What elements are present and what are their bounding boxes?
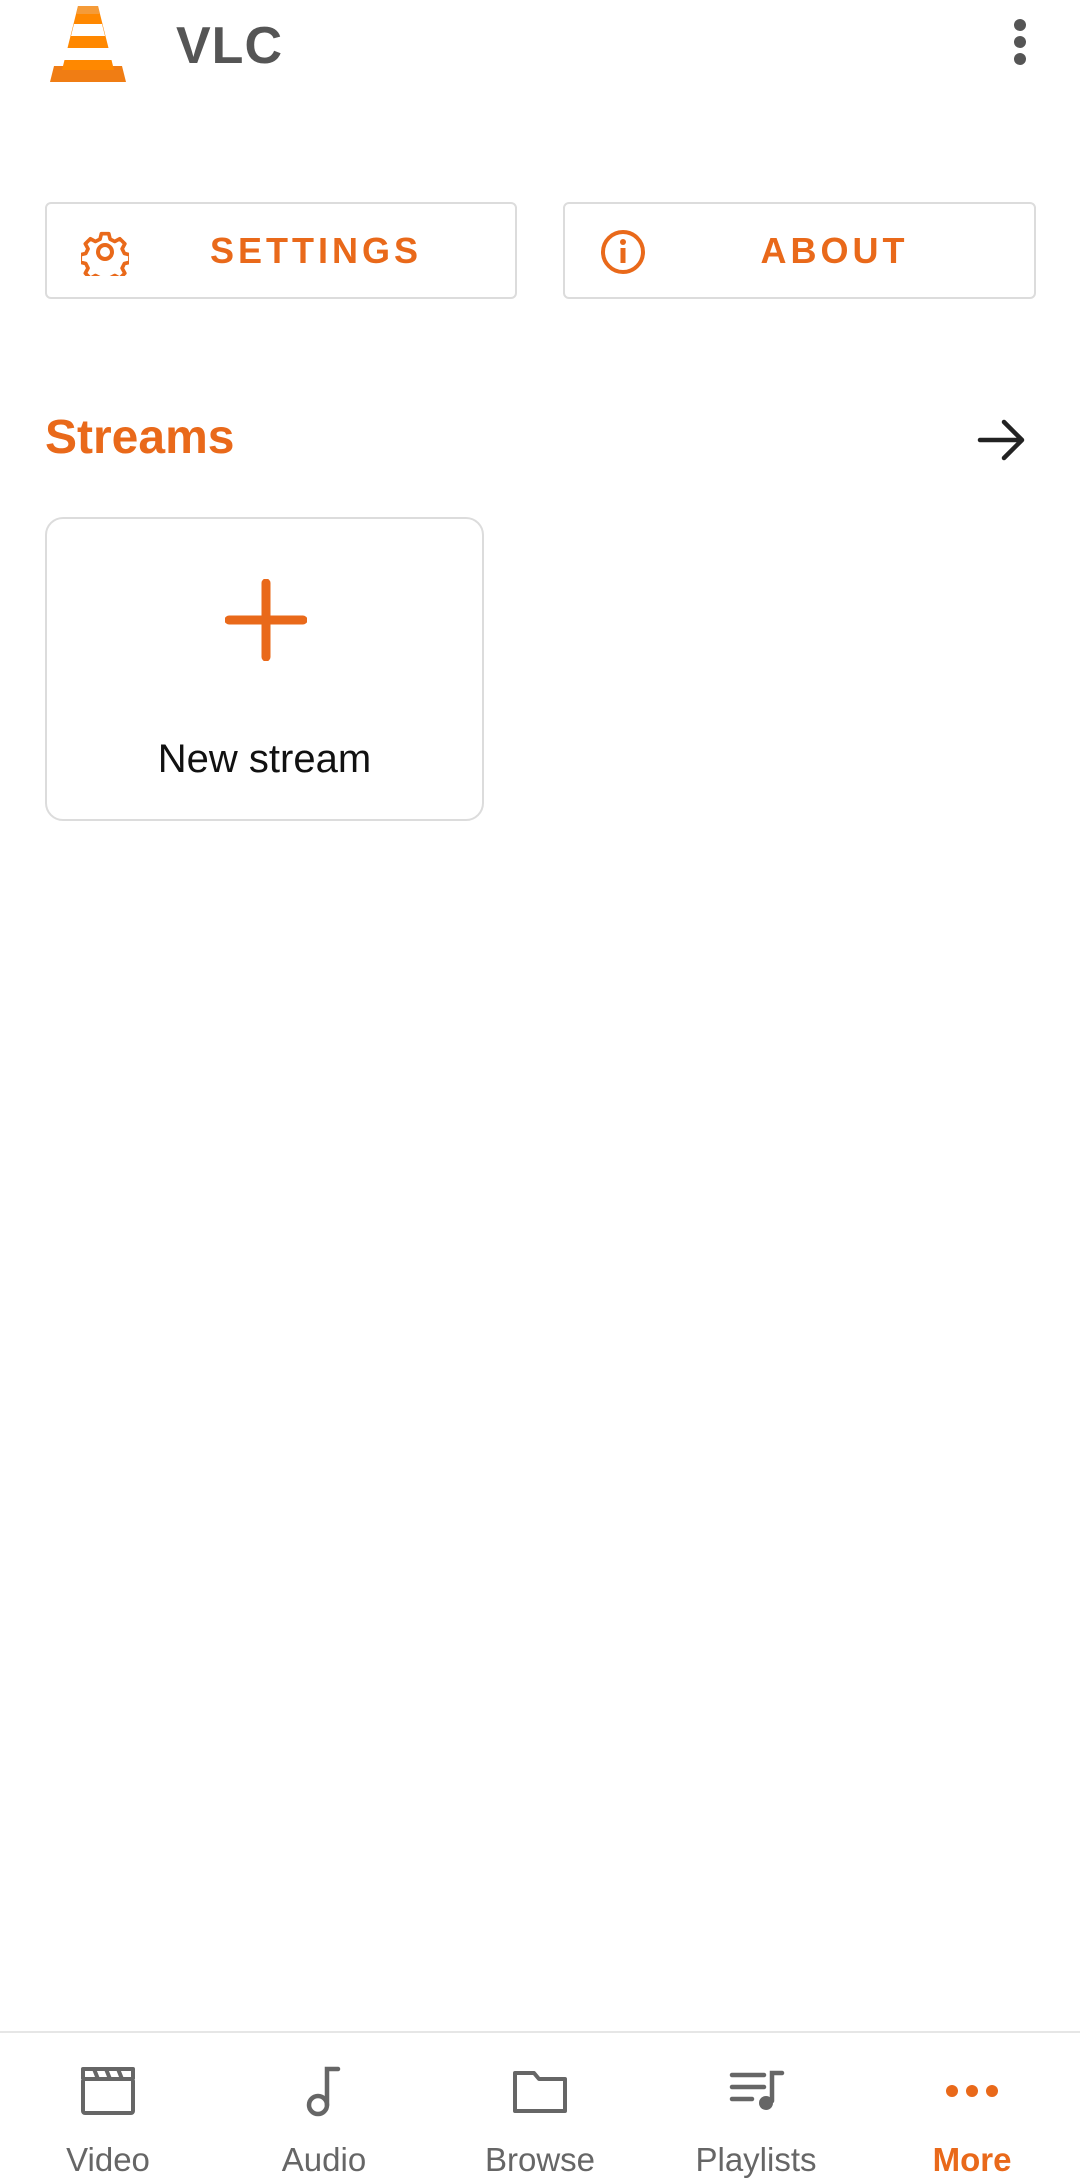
app-title: VLC: [176, 17, 283, 75]
settings-label: SETTINGS: [209, 229, 423, 271]
arrow-right-icon[interactable]: [976, 414, 1028, 466]
nav-label-more: More: [932, 2141, 1012, 2178]
new-stream-card[interactable]: New stream: [45, 517, 484, 821]
nav-label-video: Video: [66, 2141, 150, 2178]
bottom-navigation: Video Audio Browse Playlists More: [0, 2031, 1080, 2183]
about-button[interactable]: ABOUT: [563, 202, 1036, 299]
vlc-logo-icon: [50, 6, 126, 82]
settings-button[interactable]: SETTINGS: [45, 202, 517, 299]
streams-section-title: Streams: [45, 411, 235, 464]
nav-item-playlists[interactable]: Playlists: [648, 2033, 864, 2183]
about-label: ABOUT: [760, 229, 909, 271]
new-stream-label: New stream: [157, 737, 372, 781]
folder-icon: [513, 2071, 567, 2113]
nav-item-audio[interactable]: Audio: [216, 2033, 432, 2183]
nav-item-more[interactable]: More: [864, 2033, 1080, 2183]
nav-item-video[interactable]: Video: [0, 2033, 216, 2183]
more-icon: [946, 2085, 998, 2097]
audio-icon: [306, 2066, 341, 2117]
more-vertical-icon: [1014, 19, 1026, 65]
video-icon: [81, 2067, 135, 2115]
overflow-menu-button[interactable]: [1000, 12, 1040, 72]
plus-icon: [225, 579, 307, 661]
nav-label-audio: Audio: [281, 2141, 367, 2178]
app-bar: VLC: [0, 0, 1080, 90]
playlists-icon: [729, 2070, 785, 2110]
nav-label-playlists: Playlists: [695, 2141, 817, 2178]
nav-item-browse[interactable]: Browse: [432, 2033, 648, 2183]
nav-label-browse: Browse: [484, 2141, 596, 2178]
